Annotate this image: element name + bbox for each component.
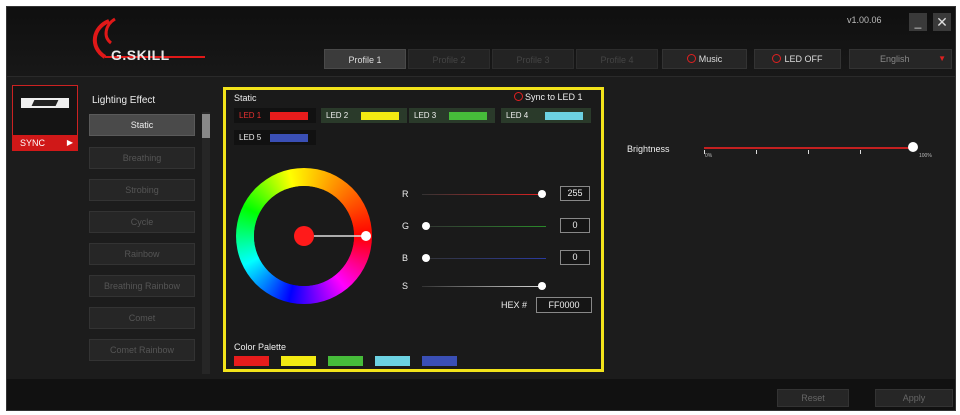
palette-swatch-1[interactable]: [234, 356, 269, 366]
effect-scrollbar[interactable]: [202, 112, 210, 374]
palette-swatch-3[interactable]: [328, 356, 363, 366]
g-value-field[interactable]: 0: [560, 218, 590, 233]
led-4-selector[interactable]: LED 4: [501, 108, 591, 123]
color-palette-title: Color Palette: [234, 342, 287, 352]
r-slider-track[interactable]: [422, 194, 546, 195]
led-off-button[interactable]: LED OFF: [754, 49, 841, 69]
sync-button[interactable]: SYNC ▶: [12, 135, 78, 151]
selected-color-dot: [294, 226, 314, 246]
tab-profile-1[interactable]: Profile 1: [324, 49, 406, 69]
music-indicator-icon: [686, 54, 696, 63]
effect-comet[interactable]: Comet: [89, 307, 195, 329]
led-5-swatch: [270, 134, 308, 142]
minimize-button[interactable]: _: [909, 13, 927, 31]
led-off-label: LED OFF: [784, 54, 823, 64]
led-5-label: LED 5: [239, 133, 262, 142]
palette-swatch-5[interactable]: [422, 356, 457, 366]
hex-label: HEX #: [501, 300, 528, 310]
b-value-field[interactable]: 0: [560, 250, 590, 265]
sync-to-led1-label: Sync to LED 1: [525, 92, 583, 102]
b-slider-track[interactable]: [422, 258, 546, 259]
sync-label: SYNC: [20, 138, 46, 148]
hue-handle[interactable]: [361, 231, 371, 241]
tab-profile-3[interactable]: Profile 3: [492, 49, 574, 69]
brightness-tick: [756, 150, 757, 154]
effect-cycle[interactable]: Cycle: [89, 211, 195, 233]
close-button[interactable]: ✕: [933, 13, 951, 31]
header-bar: G.SKILL v1.00.06 _ ✕ Profile 1 Profile 2…: [7, 7, 955, 77]
memory-module-icon: [21, 98, 69, 108]
led-3-swatch: [449, 112, 487, 120]
led-1-label: LED 1: [239, 111, 262, 120]
brightness-slider-handle[interactable]: [908, 142, 918, 152]
version-label: v1.00.06: [847, 15, 882, 25]
hex-value-field[interactable]: FF0000: [536, 297, 592, 313]
chevron-right-icon: ▶: [66, 138, 73, 147]
lighting-effect-title: Lighting Effect: [92, 95, 156, 106]
s-slider-track[interactable]: [422, 286, 546, 287]
palette-swatch-2[interactable]: [281, 356, 316, 366]
color-settings-panel: Static Sync to LED 1 LED 1 LED 2 LED 3 L…: [223, 87, 604, 372]
language-select[interactable]: English ▼: [849, 49, 952, 69]
led-3-label: LED 3: [414, 111, 437, 120]
effect-strobing[interactable]: Strobing: [89, 179, 195, 201]
led-4-label: LED 4: [506, 111, 529, 120]
tab-profile-4[interactable]: Profile 4: [576, 49, 658, 69]
led-4-swatch: [545, 112, 583, 120]
radio-icon: [514, 92, 523, 101]
chevron-down-icon: ▼: [938, 54, 946, 63]
color-wheel[interactable]: [234, 166, 374, 306]
g-label: G: [402, 221, 410, 231]
color-wheel-graphic: [234, 166, 374, 306]
r-slider-handle[interactable]: [538, 190, 546, 198]
reset-button[interactable]: Reset: [777, 389, 849, 407]
brightness-tick: [808, 150, 809, 154]
sync-to-led1-toggle[interactable]: Sync to LED 1: [514, 92, 583, 102]
r-label: R: [402, 189, 409, 199]
r-value-field[interactable]: 255: [560, 186, 590, 201]
app-window: G.SKILL v1.00.06 _ ✕ Profile 1 Profile 2…: [6, 6, 956, 411]
led-3-selector[interactable]: LED 3: [409, 108, 495, 123]
led-1-swatch: [270, 112, 308, 120]
effect-scroll-thumb[interactable]: [202, 114, 210, 138]
s-slider-handle[interactable]: [538, 282, 546, 290]
s-label: S: [402, 281, 409, 291]
g-slider-handle[interactable]: [422, 222, 430, 230]
brightness-min-label: 0%: [705, 153, 713, 159]
b-label: B: [402, 253, 409, 263]
language-value: English: [880, 54, 910, 64]
effect-rainbow[interactable]: Rainbow: [89, 243, 195, 265]
effect-static[interactable]: Static: [89, 114, 195, 136]
led-1-selector[interactable]: LED 1: [234, 108, 316, 123]
led-2-label: LED 2: [326, 111, 349, 120]
g-slider-track[interactable]: [422, 226, 546, 227]
tab-profile-2[interactable]: Profile 2: [408, 49, 490, 69]
logo-text: G.SKILL: [111, 47, 170, 63]
music-label: Music: [698, 54, 723, 64]
palette-swatch-4[interactable]: [375, 356, 410, 366]
effect-comet-rainbow[interactable]: Comet Rainbow: [89, 339, 195, 361]
effect-breathing-rainbow[interactable]: Breathing Rainbow: [89, 275, 195, 297]
brightness-label: Brightness: [627, 144, 670, 154]
led-off-indicator-icon: [772, 54, 782, 63]
music-button[interactable]: Music: [662, 49, 747, 69]
brightness-slider-track[interactable]: [704, 147, 914, 149]
apply-button[interactable]: Apply: [875, 389, 953, 407]
panel-title: Static: [234, 93, 257, 103]
brightness-max-label: 100%: [919, 153, 932, 159]
gskill-logo: G.SKILL: [85, 17, 215, 69]
b-slider-handle[interactable]: [422, 254, 430, 262]
effect-breathing[interactable]: Breathing: [89, 147, 195, 169]
brightness-tick: [860, 150, 861, 154]
led-2-swatch: [361, 112, 399, 120]
led-2-selector[interactable]: LED 2: [321, 108, 407, 123]
led-5-selector[interactable]: LED 5: [234, 130, 316, 145]
footer-bar: Reset Apply: [7, 379, 955, 410]
